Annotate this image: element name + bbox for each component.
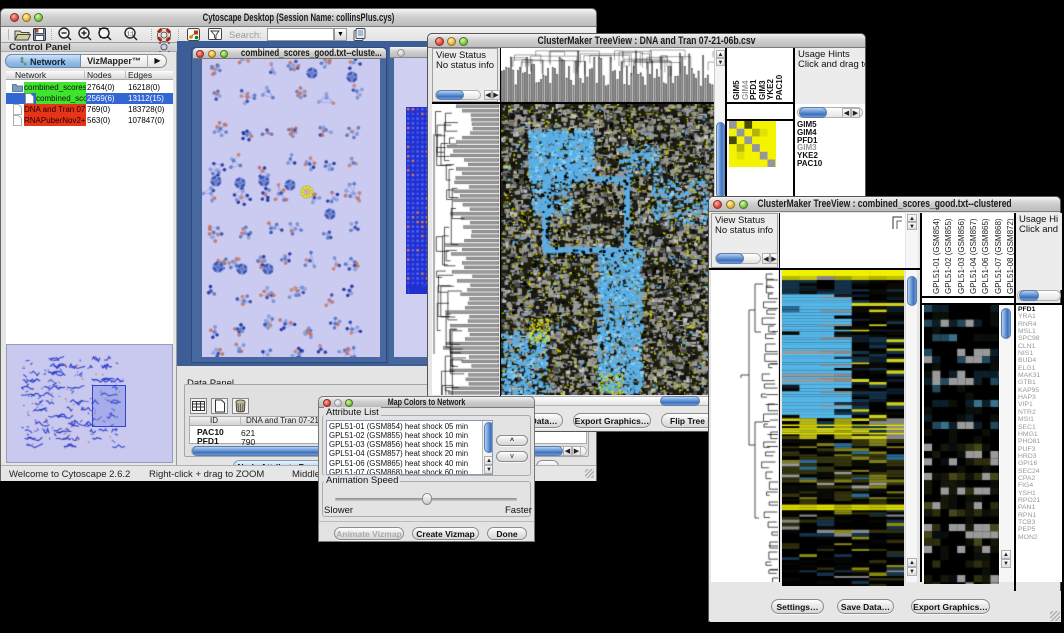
svg-text:1:1: 1:1: [127, 32, 134, 38]
